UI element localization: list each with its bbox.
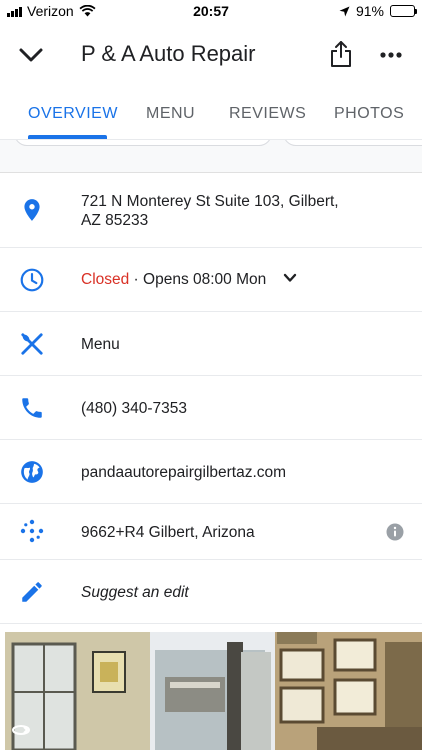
status-right: 91% (339, 3, 417, 19)
more-horizontal-icon[interactable] (378, 42, 404, 68)
plus-code-icon (20, 519, 44, 543)
phone-icon (22, 398, 42, 418)
plus-code-row[interactable]: 9662+R4 Gilbert, Arizona (0, 504, 422, 560)
suggest-edit-link: Suggest an edit (81, 584, 189, 601)
chevron-down-icon[interactable] (16, 40, 46, 70)
clock-icon (20, 268, 44, 292)
menu-row[interactable]: Menu (0, 312, 422, 376)
action-chip[interactable] (14, 140, 272, 146)
plus-code-text: 9662+R4 Gilbert, Arizona (81, 524, 255, 541)
chevron-down-icon[interactable] (283, 271, 297, 285)
pencil-icon (22, 582, 42, 602)
tab-photos[interactable]: PHOTOS (334, 105, 404, 123)
phone-row[interactable]: (480) 340-7353 (0, 376, 422, 440)
address-text: 721 N Monterey St Suite 103, Gilbert, AZ… (81, 192, 339, 230)
menu-link: Menu (81, 336, 120, 353)
location-arrow-icon (339, 6, 350, 16)
phone-number: (480) 340-7353 (81, 400, 187, 417)
battery-percent: 91% (355, 3, 384, 19)
street-view-photo[interactable] (5, 632, 422, 750)
hours-status: Closed (81, 271, 130, 288)
place-title: P & A Auto Repair (81, 41, 256, 66)
tab-overview[interactable]: OVERVIEW (28, 105, 118, 123)
hours-row[interactable]: Closed · Opens 08:00 Mon (0, 248, 422, 312)
battery-icon (390, 5, 417, 17)
address-line-2: AZ 85233 (81, 212, 149, 229)
share-icon[interactable] (328, 40, 354, 68)
tab-menu[interactable]: MENU (146, 105, 195, 123)
location-pin-icon (24, 199, 40, 221)
info-icon[interactable] (386, 523, 404, 541)
hours-detail: · Opens 08:00 Mon (129, 271, 267, 288)
status-bar: Verizon 20:57 91% (0, 0, 422, 22)
website-row[interactable]: pandaautorepairgilbertaz.com (0, 440, 422, 504)
tab-reviews[interactable]: REVIEWS (229, 105, 306, 123)
website-link: pandaautorepairgilbertaz.com (81, 464, 287, 481)
address-line-1: 721 N Monterey St Suite 103, Gilbert, (81, 193, 339, 210)
fork-knife-icon (21, 333, 43, 355)
street-view-image (5, 632, 422, 750)
action-chip[interactable] (283, 140, 422, 146)
hours-text: Closed · Opens 08:00 Mon (81, 270, 297, 289)
action-chip-strip (0, 139, 422, 173)
tab-bar: OVERVIEW MENU REVIEWS PHOTOS (0, 97, 422, 139)
place-header: P & A Auto Repair (0, 26, 422, 82)
globe-icon (21, 461, 43, 483)
suggest-edit-row[interactable]: Suggest an edit (0, 560, 422, 624)
address-row[interactable]: 721 N Monterey St Suite 103, Gilbert, AZ… (0, 173, 422, 248)
